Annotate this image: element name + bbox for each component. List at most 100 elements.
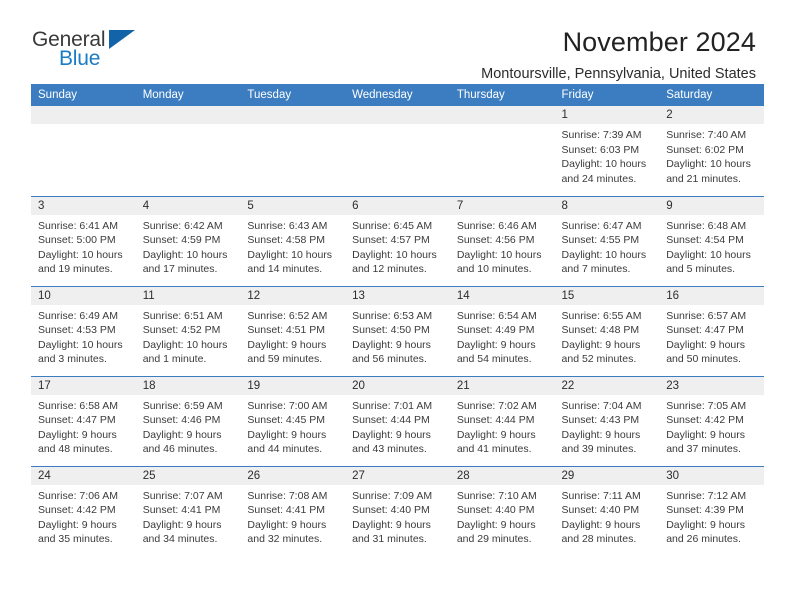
calendar-day-cell[interactable]: 18 Sunrise: 6:59 AM Sunset: 4:46 PM Dayligh… (135, 375, 241, 466)
day-details: Sunrise: 7:12 AM Sunset: 4:39 PM Daylight:… (659, 485, 764, 547)
calendar-day-cell[interactable]: 8 Sunrise: 6:47 AM Sunset: 4:55 PM Daylight… (554, 195, 660, 286)
sunset-time: Sunset: 4:50 PM (352, 324, 430, 336)
calendar-day-cell-empty (449, 106, 555, 196)
day-details: Sunrise: 7:00 AM Sunset: 4:45 PM Daylight:… (240, 395, 345, 457)
sunrise-time: Sunrise: 6:52 AM (247, 309, 328, 322)
brand-logo[interactable]: General Blue (32, 26, 150, 76)
daylight-duration-line1: Daylight: 10 hours (561, 248, 647, 261)
sunset-time: Sunset: 4:52 PM (142, 324, 221, 336)
calendar-header-row: Sunday Monday Tuesday Wednesday Thursday… (31, 84, 764, 106)
day-number: 7 (449, 196, 555, 215)
calendar-day-cell[interactable]: 10 Sunrise: 6:49 AM Sunset: 4:53 PM Dayligh… (31, 285, 136, 376)
calendar-day-cell[interactable]: 24 Sunrise: 7:06 AM Sunset: 4:42 PM Dayligh… (31, 465, 136, 556)
day-details: Sunrise: 7:05 AM Sunset: 4:42 PM Daylight:… (659, 395, 764, 457)
calendar-day-cell[interactable]: 19 Sunrise: 7:00 AM Sunset: 4:45 PM Dayligh… (240, 375, 346, 466)
day-details: Sunrise: 6:57 AM Sunset: 4:47 PM Daylight:… (659, 305, 764, 367)
day-cell-inner: 9 Sunrise: 6:48 AM Sunset: 4:54 PM Daylight… (659, 196, 764, 286)
calendar-day-cell[interactable]: 4 Sunrise: 6:42 AM Sunset: 4:59 PM Daylight… (135, 195, 241, 286)
day-cell-inner: 6 Sunrise: 6:45 AM Sunset: 4:57 PM Daylight… (345, 196, 450, 286)
calendar-day-cell-empty (31, 106, 136, 196)
calendar-day-cell[interactable]: 12 Sunrise: 6:52 AM Sunset: 4:51 PM Dayligh… (240, 285, 346, 376)
daylight-duration-line2: and 24 minutes. (561, 172, 637, 185)
day-cell-inner: 21 Sunrise: 7:02 AM Sunset: 4:44 PM Dayligh… (449, 376, 555, 466)
sunset-time: Sunset: 4:55 PM (561, 234, 640, 246)
calendar-day-cell[interactable]: 11 Sunrise: 6:51 AM Sunset: 4:52 PM Dayligh… (135, 285, 241, 376)
day-cell-inner (135, 106, 241, 196)
day-details: Sunrise: 7:40 AM Sunset: 6:02 PM Daylight:… (659, 124, 764, 186)
day-cell-inner: 29 Sunrise: 7:11 AM Sunset: 4:40 PM Dayligh… (554, 466, 660, 557)
sunset-time: Sunset: 4:57 PM (352, 234, 430, 246)
daylight-duration-line2: and 44 minutes. (247, 443, 323, 455)
calendar-day-cell[interactable]: 27 Sunrise: 7:09 AM Sunset: 4:40 PM Dayligh… (345, 465, 450, 556)
calendar-day-cell[interactable]: 22 Sunrise: 7:04 AM Sunset: 4:43 PM Dayligh… (554, 375, 660, 466)
day-cell-inner: 28 Sunrise: 7:10 AM Sunset: 4:40 PM Dayligh… (449, 466, 555, 557)
sunrise-time: Sunrise: 7:04 AM (561, 399, 642, 412)
sunrise-time: Sunrise: 7:11 AM (561, 489, 641, 502)
day-cell-inner: 8 Sunrise: 6:47 AM Sunset: 4:55 PM Daylight… (554, 196, 660, 286)
day-number: 11 (135, 286, 241, 305)
day-number: 18 (135, 376, 241, 395)
calendar-day-cell[interactable]: 14 Sunrise: 6:54 AM Sunset: 4:49 PM Dayligh… (449, 285, 555, 376)
day-number: 15 (554, 286, 660, 305)
daylight-duration-line1: Daylight: 9 hours (561, 518, 641, 531)
day-details: Sunrise: 6:58 AM Sunset: 4:47 PM Daylight:… (31, 395, 136, 457)
day-number: 1 (554, 106, 660, 124)
sunset-time: Sunset: 4:42 PM (38, 504, 116, 516)
day-details: Sunrise: 7:09 AM Sunset: 4:40 PM Daylight:… (345, 485, 450, 547)
sunset-time: Sunset: 4:58 PM (247, 234, 326, 246)
calendar-day-cell[interactable]: 15 Sunrise: 6:55 AM Sunset: 4:48 PM Dayligh… (554, 285, 660, 376)
day-details: Sunrise: 6:52 AM Sunset: 4:51 PM Daylight:… (240, 305, 345, 367)
calendar-day-cell[interactable]: 26 Sunrise: 7:08 AM Sunset: 4:41 PM Dayligh… (240, 465, 346, 556)
daylight-duration-line1: Daylight: 9 hours (142, 428, 222, 441)
calendar-day-cell[interactable]: 7 Sunrise: 6:46 AM Sunset: 4:56 PM Daylight… (449, 195, 555, 286)
sunset-time: Sunset: 4:54 PM (666, 234, 744, 246)
page-header: General Blue November 2024 Montoursville… (0, 0, 792, 82)
calendar-day-cell[interactable]: 2 Sunrise: 7:40 AM Sunset: 6:02 PM Daylight… (659, 106, 764, 196)
brand-name-blue: Blue (59, 47, 101, 70)
day-cell-inner: 14 Sunrise: 6:54 AM Sunset: 4:49 PM Dayligh… (449, 286, 555, 376)
triangle-icon (109, 30, 135, 49)
calendar-day-cell[interactable]: 23 Sunrise: 7:05 AM Sunset: 4:42 PM Dayligh… (659, 375, 764, 466)
daylight-duration-line2: and 26 minutes. (666, 533, 741, 545)
day-details: Sunrise: 7:01 AM Sunset: 4:44 PM Daylight:… (345, 395, 450, 457)
sunset-time: Sunset: 4:41 PM (142, 504, 221, 516)
calendar-day-cell[interactable]: 5 Sunrise: 6:43 AM Sunset: 4:58 PM Daylight… (240, 195, 346, 286)
calendar-day-cell[interactable]: 3 Sunrise: 6:41 AM Sunset: 5:00 PM Daylight… (31, 195, 136, 286)
day-number (240, 106, 346, 124)
daylight-duration-line2: and 7 minutes. (561, 263, 631, 275)
calendar-day-cell[interactable]: 17 Sunrise: 6:58 AM Sunset: 4:47 PM Dayligh… (31, 375, 136, 466)
calendar-body: 1 Sunrise: 7:39 AM Sunset: 6:03 PM Daylight… (31, 106, 764, 556)
daylight-duration-line2: and 41 minutes. (456, 443, 532, 455)
day-details: Sunrise: 6:47 AM Sunset: 4:55 PM Daylight:… (555, 215, 660, 277)
day-details: Sunrise: 7:10 AM Sunset: 4:40 PM Daylight:… (450, 485, 555, 547)
calendar-day-cell[interactable]: 21 Sunrise: 7:02 AM Sunset: 4:44 PM Dayligh… (449, 375, 555, 466)
day-number: 6 (345, 196, 450, 215)
daylight-duration-line1: Daylight: 9 hours (456, 428, 536, 441)
day-details: Sunrise: 6:45 AM Sunset: 4:57 PM Daylight:… (345, 215, 450, 277)
day-number: 3 (31, 196, 136, 215)
calendar-day-cell[interactable]: 1 Sunrise: 7:39 AM Sunset: 6:03 PM Daylight… (554, 106, 660, 196)
header-titles: November 2024 Montoursville, Pennsylvani… (150, 26, 756, 84)
daylight-duration-line1: Daylight: 9 hours (666, 518, 746, 531)
calendar-day-cell[interactable]: 29 Sunrise: 7:11 AM Sunset: 4:40 PM Dayligh… (554, 465, 660, 557)
calendar-day-cell[interactable]: 30 Sunrise: 7:12 AM Sunset: 4:39 PM Dayligh… (659, 465, 764, 556)
calendar-day-cell[interactable]: 9 Sunrise: 6:48 AM Sunset: 4:54 PM Daylight… (659, 195, 764, 286)
weekday-header-sunday: Sunday (31, 84, 136, 106)
calendar-day-cell[interactable]: 6 Sunrise: 6:45 AM Sunset: 4:57 PM Daylight… (345, 195, 450, 286)
daylight-duration-line1: Daylight: 9 hours (142, 518, 222, 531)
sunset-time: Sunset: 4:43 PM (561, 414, 640, 426)
day-details: Sunrise: 6:51 AM Sunset: 4:52 PM Daylight:… (136, 305, 241, 367)
day-number: 21 (449, 376, 555, 395)
calendar-day-cell[interactable]: 20 Sunrise: 7:01 AM Sunset: 4:44 PM Dayligh… (345, 375, 450, 466)
calendar-day-cell[interactable]: 25 Sunrise: 7:07 AM Sunset: 4:41 PM Dayligh… (135, 465, 241, 556)
calendar-day-cell[interactable]: 28 Sunrise: 7:10 AM Sunset: 4:40 PM Dayligh… (449, 465, 555, 557)
sunset-time: Sunset: 4:49 PM (456, 324, 535, 336)
sunrise-time: Sunrise: 6:59 AM (142, 399, 223, 412)
calendar-day-cell[interactable]: 13 Sunrise: 6:53 AM Sunset: 4:50 PM Dayligh… (345, 285, 450, 376)
sunset-time: Sunset: 4:44 PM (352, 414, 430, 426)
day-details: Sunrise: 6:49 AM Sunset: 4:53 PM Daylight:… (31, 305, 136, 367)
calendar-day-cell[interactable]: 16 Sunrise: 6:57 AM Sunset: 4:47 PM Dayligh… (659, 285, 764, 376)
daylight-duration-line2: and 5 minutes. (666, 263, 736, 275)
daylight-duration-line1: Daylight: 10 hours (666, 248, 751, 261)
daylight-duration-line2: and 3 minutes. (38, 353, 107, 365)
